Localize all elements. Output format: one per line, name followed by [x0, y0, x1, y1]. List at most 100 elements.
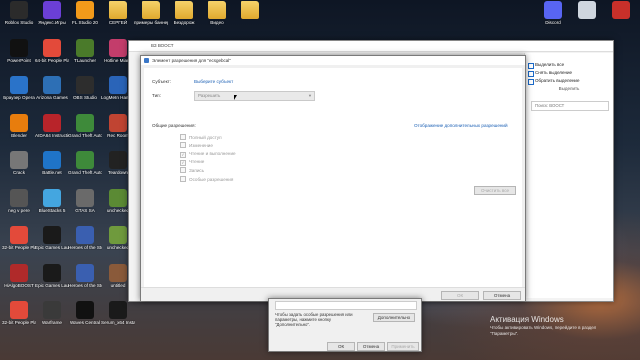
apply-button[interactable]: Применить	[387, 342, 419, 351]
waves-icon	[76, 301, 94, 319]
desktop-shortcut[interactable]: Discord	[536, 1, 570, 35]
folder-icon	[142, 1, 160, 19]
desktop-shortcut[interactable]: Видео	[200, 1, 234, 35]
hamachi-icon	[109, 76, 127, 94]
desktop-shortcut[interactable]: СЕРГЕЙ	[101, 1, 135, 35]
arizona-icon	[43, 76, 61, 94]
desktop-shortcut[interactable]: Яндекс.Игры	[35, 1, 69, 35]
file-icon	[10, 188, 28, 207]
permission-checkbox-row[interactable]: Изменение	[180, 142, 213, 149]
unchecked-checkbox[interactable]	[180, 167, 186, 174]
advanced-button[interactable]: Дополнительно	[373, 313, 415, 322]
epic-icon	[43, 263, 61, 282]
desktop-shortcut-label: GTAS SA	[75, 207, 95, 213]
gta-icon	[76, 113, 94, 132]
desktop-shortcut[interactable]: Warframe	[35, 301, 69, 335]
desktop-shortcut[interactable]: neg v pere	[2, 188, 36, 223]
permission-checkbox-row[interactable]: ✓ Чтение	[180, 159, 204, 166]
mouse-cursor	[234, 95, 237, 100]
desktop-shortcut[interactable]: Heroes of the Storm	[68, 263, 102, 298]
desktop-shortcut[interactable]: Waves Central	[68, 301, 102, 335]
show-advanced-permissions-link[interactable]: Отображение дополнительных разрешений	[414, 123, 508, 128]
activation-line-1: Чтобы активировать Windows, перейдите в …	[490, 325, 597, 330]
desktop-shortcut[interactable]: Epic Games Launcher	[35, 263, 69, 298]
people-playground-icon	[10, 226, 28, 244]
desktop-shortcut[interactable]: AIDA64 Instruction	[35, 113, 69, 148]
permissions-list-box[interactable]	[275, 301, 417, 310]
checked-checkbox[interactable]: ✓	[180, 151, 186, 158]
security-properties-window: Чтобы задать особые разрешения или парам…	[268, 298, 422, 352]
desktop-shortcut[interactable]: BlueStacks 5	[35, 188, 69, 223]
gta-icon	[76, 151, 94, 169]
desktop-shortcut[interactable]: Heroes of the Storm	[68, 226, 102, 260]
teardown-icon	[109, 151, 127, 169]
desktop-shortcut[interactable]	[233, 1, 267, 35]
desktop-shortcut[interactable]: Blender	[2, 113, 36, 148]
desktop-shortcut[interactable]: TLauncher	[68, 38, 102, 73]
search-input[interactable]: Поиск: ВООСТ	[531, 101, 609, 111]
desktop-shortcut[interactable]: 32-bit People Playground	[2, 226, 36, 260]
unchecked-checkbox[interactable]	[180, 142, 186, 149]
desktop-shortcut-label: Grand Theft Auto V	[68, 132, 102, 138]
desktop-shortcut-label: 32-bit People Playground	[2, 245, 36, 250]
epic-icon	[43, 226, 61, 244]
invert-selection-icon	[528, 79, 534, 85]
cancel-button[interactable]: Отмена	[483, 291, 521, 300]
checked-checkbox[interactable]: ✓	[180, 159, 186, 166]
desktop-shortcut[interactable]: Battle.net	[35, 151, 69, 185]
desktop-shortcut[interactable]: Crack	[2, 151, 36, 185]
desktop-shortcut[interactable]: примеры баннера	[134, 1, 168, 35]
fl-studio-icon	[76, 1, 94, 19]
unity-icon	[10, 38, 28, 57]
desktop-shortcut[interactable]: Serum_x64 Installer	[101, 301, 135, 335]
desktop-shortcut[interactable]: Grand Theft Auto V	[68, 113, 102, 148]
permission-checkbox-row[interactable]: ✓ Чтение и выполнение	[180, 151, 236, 158]
desktop-shortcut[interactable]: PowerPoint	[2, 38, 36, 73]
explorer-selection-pane: Выделить все Снять выделение Обратить вы…	[524, 53, 613, 298]
desktop-shortcut-label: BlueStacks 5	[38, 207, 66, 213]
desktop-shortcut-label: PowerPoint	[7, 57, 31, 63]
folder-icon	[109, 1, 127, 19]
folder-icon	[175, 1, 193, 19]
desktop-shortcut[interactable]: Бездорож	[167, 1, 201, 35]
browser-icon	[10, 76, 28, 94]
desktop-shortcut-label: Grand Theft Auto V (1)	[68, 170, 102, 175]
desktop-shortcut[interactable]: OBS Studio	[68, 76, 102, 110]
desktop-shortcut[interactable]: Epic Games Launcher	[35, 226, 69, 260]
select-all-button[interactable]: Выделить все	[525, 61, 613, 69]
desktop-shortcut[interactable]: Grand Theft Auto V (1)	[68, 151, 102, 185]
clear-all-button[interactable]: Очистить все	[474, 186, 516, 195]
desktop-shortcut-label: Бездорож	[173, 20, 195, 25]
dialog-titlebar[interactable]: Элемент разрешения для "ecsgebcal"	[141, 56, 525, 65]
hotline-miami-icon	[109, 38, 127, 57]
desktop-shortcut[interactable]: GTAS SA	[68, 188, 102, 223]
type-select[interactable]: Разрешить ▼	[194, 91, 315, 101]
desktop-shortcut[interactable]: 64-bit People Playground	[35, 38, 69, 73]
desktop-shortcut[interactable]: 32-bit People Playground	[2, 301, 36, 335]
permission-checkbox-row[interactable]: Запись	[180, 167, 204, 174]
desktop-shortcut[interactable]	[604, 1, 638, 35]
desktop-shortcut[interactable]: Arizona Games	[35, 76, 69, 110]
minecraft-icon	[109, 226, 127, 244]
unchecked-checkbox[interactable]	[180, 134, 186, 140]
desktop-shortcut[interactable]: Roblox Studio	[2, 1, 36, 35]
desktop-shortcut[interactable]: Браузер Opera	[2, 76, 36, 110]
invert-selection-button[interactable]: Обратить выделение	[525, 77, 613, 85]
ok-button[interactable]: ОК	[441, 291, 479, 300]
permission-label: Чтение	[189, 158, 205, 164]
desktop-shortcut[interactable]	[570, 1, 604, 35]
crack-icon	[10, 151, 28, 169]
select-subject-link[interactable]: Выберите субъект	[194, 79, 233, 84]
desktop-shortcut-label: Видео	[210, 20, 224, 25]
unchecked-checkbox[interactable]	[180, 175, 186, 182]
permission-checkbox-row[interactable]: Полный доступ	[180, 134, 222, 140]
type-select-value: Разрешить	[198, 93, 221, 98]
desktop-shortcut[interactable]: HiAlgoBOOST	[2, 263, 36, 298]
desktop-shortcut[interactable]: FL Studio 20	[68, 1, 102, 35]
deselect-button[interactable]: Снять выделение	[525, 69, 613, 77]
desktop-shortcut-label: Waves Central	[70, 320, 100, 325]
people-playground-icon	[10, 301, 28, 319]
security-cancel-button[interactable]: Отмена	[357, 342, 385, 351]
security-ok-button[interactable]: ОК	[327, 342, 355, 351]
permission-checkbox-row[interactable]: Особые разрешения	[180, 175, 233, 182]
